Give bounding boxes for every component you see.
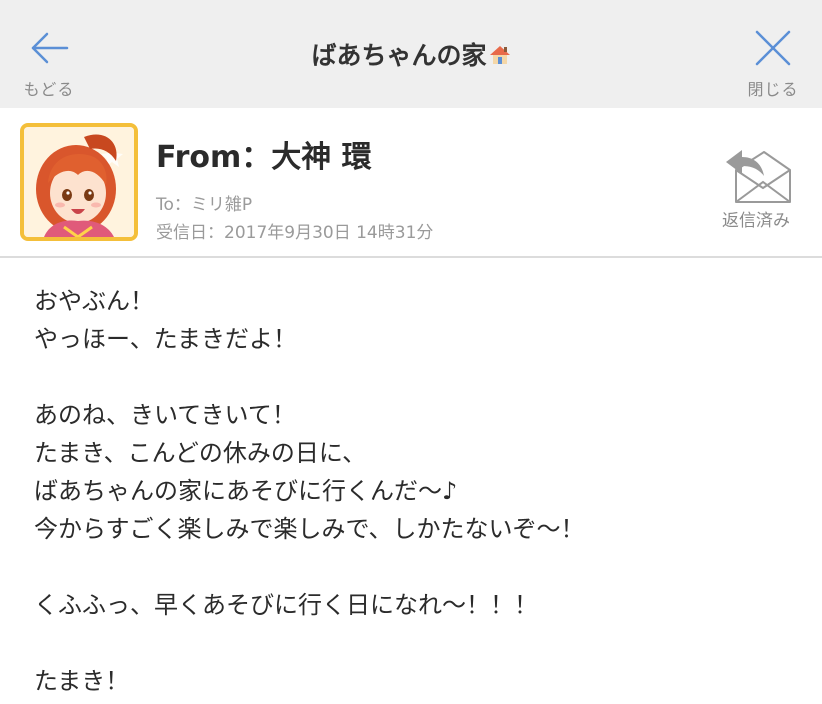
- message-line: やっほー、たまきだよ！: [34, 325, 298, 353]
- back-button[interactable]: もどる: [4, 0, 94, 108]
- received-date: 受信日：2017年9月30日 14時31分: [156, 223, 434, 243]
- page-title: ばあちゃんの家: [200, 36, 622, 72]
- message-body: おやぶん！ やっほー、たまきだよ！ あのね、きいてきいて！ たまき、こんどの休み…: [34, 282, 794, 700]
- message-line: たまき、こんどの休みの日に、: [34, 439, 367, 467]
- arrow-left-icon: [31, 32, 69, 64]
- header-bar: もどる ばあちゃんの家 閉じる: [0, 0, 822, 108]
- message-line: 今からすごく楽しみで楽しみで、しかたないぞ～！: [34, 515, 585, 543]
- replied-envelope-icon: [726, 150, 791, 203]
- close-button[interactable]: 閉じる: [728, 0, 818, 108]
- message-line: たまき！: [34, 667, 130, 695]
- sender-name: From：大神 環: [156, 140, 372, 175]
- avatar: [20, 123, 138, 241]
- close-label: 閉じる: [747, 80, 799, 99]
- sender-info: From：大神 環 To：ミリ雑P 受信日：2017年9月30日 14時31分 …: [0, 108, 822, 258]
- close-icon: [755, 30, 791, 66]
- back-label: もどる: [23, 80, 75, 99]
- avatar-portrait: [24, 127, 134, 237]
- message-line: あのね、きいてきいて！: [34, 401, 296, 429]
- replied-status: 返信済み: [708, 146, 804, 242]
- message-line: おやぶん！: [34, 287, 154, 315]
- replied-label: 返信済み: [722, 211, 790, 231]
- message-line: [34, 624, 794, 662]
- message-line: ばあちゃんの家にあそびに行くんだ～♪: [34, 477, 458, 505]
- mail-view: もどる ばあちゃんの家 閉じる From：大神 環 To：ミリ雑P 受信日：20…: [0, 0, 822, 704]
- message-line: [34, 358, 794, 396]
- house-icon: [489, 43, 511, 72]
- recipient: To：ミリ雑P: [156, 195, 253, 215]
- message-line: くふふっ、早くあそびに行く日になれ～！！！: [34, 591, 538, 619]
- message-line: [34, 548, 794, 586]
- page-title-text: ばあちゃんの家: [311, 41, 487, 70]
